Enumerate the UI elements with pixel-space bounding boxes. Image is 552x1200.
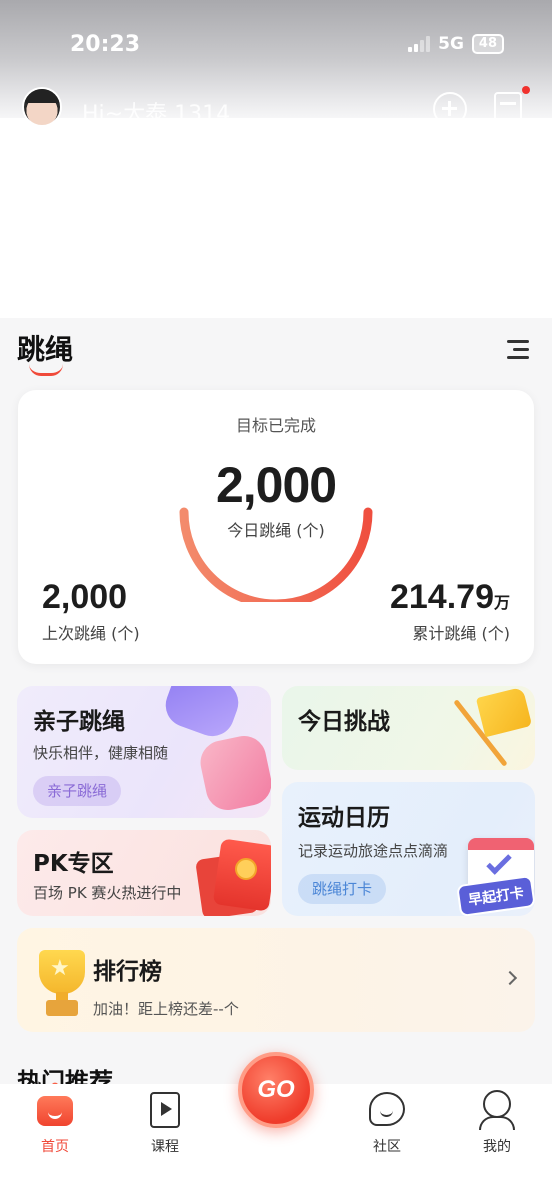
section-title: 跳绳 — [17, 333, 74, 366]
total-count: 214.79 — [389, 578, 494, 616]
battery-icon: 48 — [471, 34, 504, 54]
leaderboard-title: 排行榜 — [93, 959, 162, 985]
fist-illustration — [159, 686, 245, 743]
menu-icon[interactable] — [505, 340, 529, 360]
bottom-tab-bar: 首页 课程 GO 社区 我的 — [0, 1052, 552, 1200]
leaderboard-card[interactable]: ★ 排行榜 加油！距上榜还差--个 — [17, 928, 535, 1032]
total-unit: 万 — [493, 593, 510, 612]
checkin-chip[interactable]: 跳绳打卡 — [298, 874, 387, 904]
total-count-wrap: 214.79万 — [390, 578, 510, 617]
network-type: 5G — [438, 34, 464, 54]
jump-stats-card[interactable]: 目标已完成 2,000 今日跳绳 (个) 2,000 上次跳绳 (个) 214.… — [18, 390, 534, 664]
calendar-icon[interactable] — [494, 92, 522, 122]
fist-illustration-pink — [196, 731, 271, 815]
go-button[interactable]: GO — [238, 1052, 314, 1128]
chat-icon — [369, 1092, 405, 1126]
flag-icon — [475, 686, 533, 738]
status-time: 20:23 — [70, 32, 141, 57]
banner-placeholder — [0, 118, 552, 318]
today-label: 今日跳绳 (个) — [227, 521, 325, 540]
notification-dot — [522, 86, 530, 94]
user-greeting: Hi~大泰 1314 — [82, 102, 231, 127]
parent-child-card[interactable]: 亲子跳绳 快乐相伴，健康相随 亲子跳绳 — [17, 686, 271, 818]
play-icon — [161, 1102, 172, 1116]
today-count: 2,000 — [215, 457, 337, 513]
tab-community-label: 社区 — [373, 1139, 401, 1155]
envelope-seal — [235, 858, 257, 880]
pk-zone-subtitle: 百场 PK 赛火热进行中 — [33, 884, 182, 902]
pk-zone-card[interactable]: PK专区 百场 PK 赛火热进行中 — [17, 830, 271, 916]
sports-calendar-subtitle: 记录运动旅途点点滴滴 — [298, 842, 449, 860]
profile-body-icon — [479, 1116, 515, 1130]
last-label: 上次跳绳 (个) — [42, 624, 140, 643]
parent-child-title: 亲子跳绳 — [33, 709, 125, 735]
home-icon — [37, 1096, 73, 1126]
home-indicator — [0, 1190, 552, 1200]
tab-home-label: 首页 — [41, 1139, 69, 1155]
trophy-base — [46, 1000, 78, 1016]
title-underline — [29, 364, 63, 376]
last-count: 2,000 — [42, 578, 128, 616]
chevron-right-icon[interactable] — [502, 970, 518, 986]
leaderboard-subtitle: 加油！距上榜还差--个 — [93, 1000, 239, 1018]
today-challenge-title: 今日挑战 — [298, 709, 390, 735]
tab-course-label: 课程 — [151, 1139, 179, 1155]
tab-mine-label: 我的 — [483, 1139, 511, 1155]
goal-status: 目标已完成 — [235, 416, 316, 435]
signal-icon — [408, 36, 431, 52]
today-challenge-card[interactable]: 今日挑战 — [282, 686, 535, 770]
parent-child-chip[interactable]: 亲子跳绳 — [33, 776, 122, 806]
pk-zone-title: PK专区 — [33, 851, 114, 877]
sports-calendar-card[interactable]: 早起打卡 运动日历 记录运动旅途点点滴滴 跳绳打卡 — [282, 782, 535, 916]
avatar[interactable] — [22, 87, 62, 127]
sports-calendar-title: 运动日历 — [298, 805, 390, 831]
profile-icon — [483, 1090, 511, 1118]
star-icon: ★ — [50, 956, 70, 981]
status-indicators: 5G 48 — [408, 34, 504, 54]
total-label: 累计跳绳 (个) — [412, 624, 510, 643]
add-button[interactable] — [433, 92, 467, 126]
parent-child-subtitle: 快乐相伴，健康相随 — [33, 744, 169, 762]
